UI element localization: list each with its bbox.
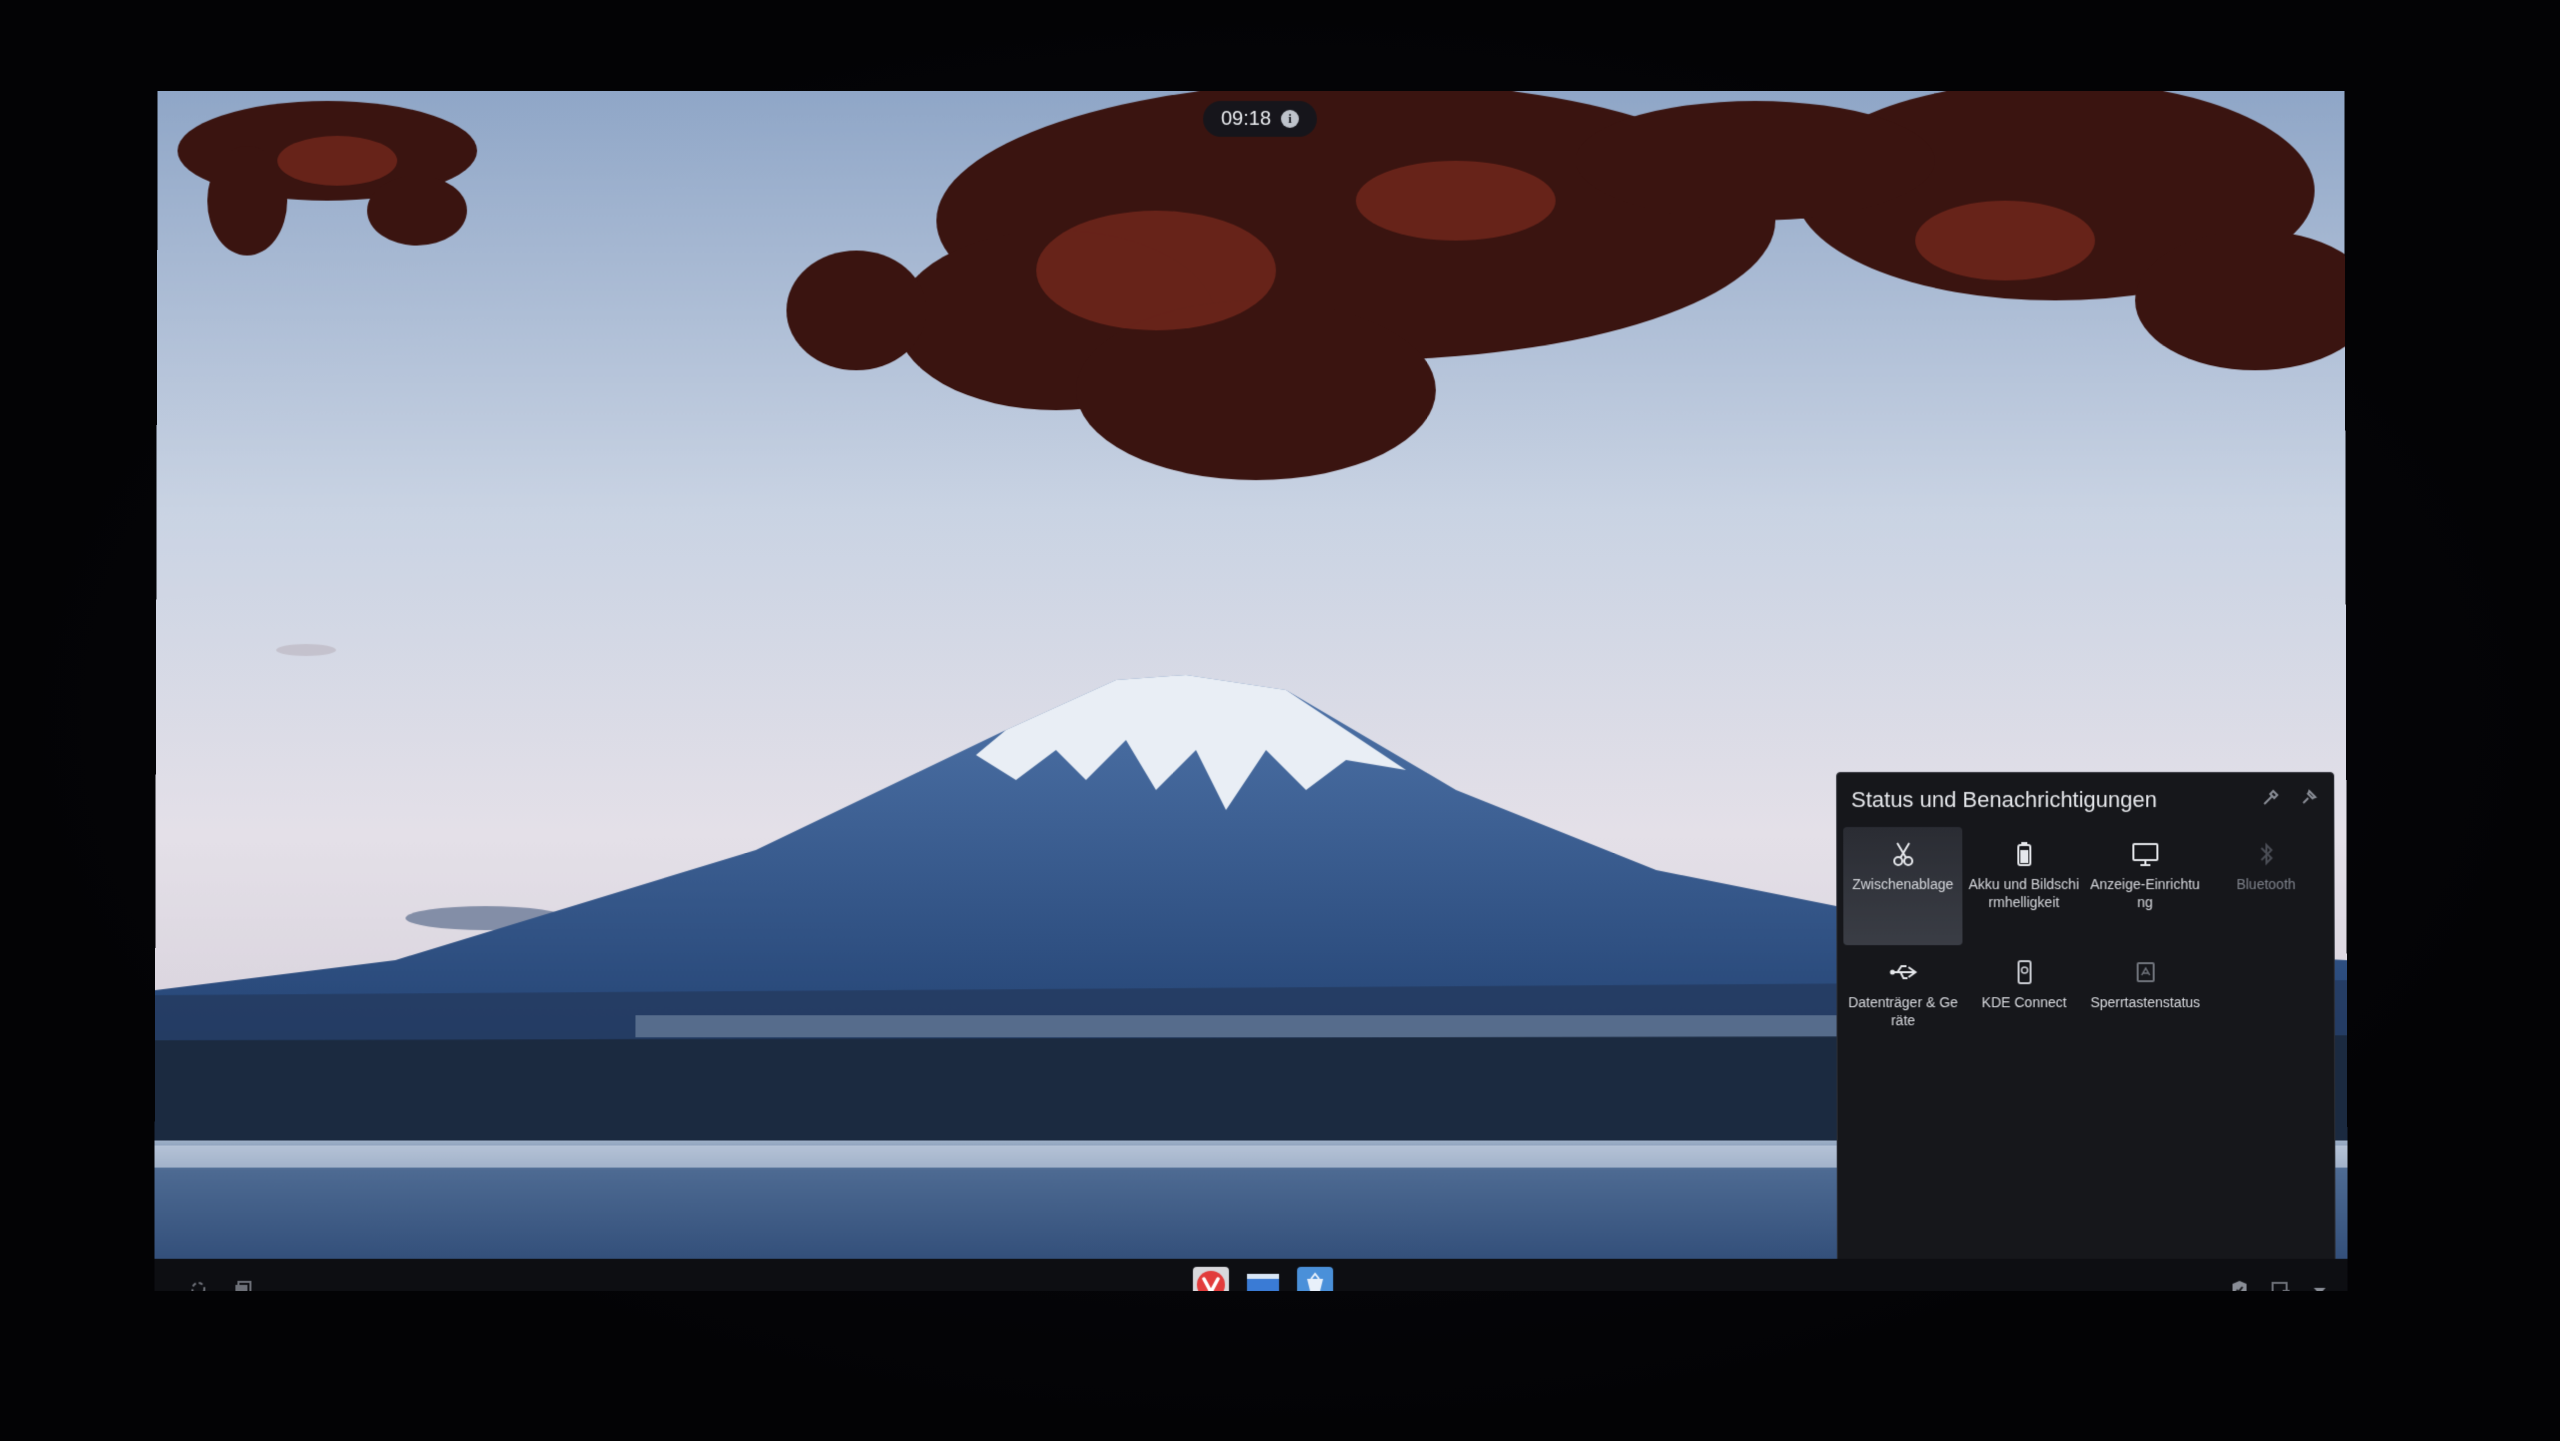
usb-icon	[1888, 957, 1918, 987]
network-icon[interactable]	[2270, 1280, 2292, 1291]
folder-icon	[1246, 1270, 1280, 1291]
bluetooth-icon	[2251, 839, 2281, 869]
clock-time: 09:18	[1221, 107, 1271, 130]
tile-label: Akku und Bildschirmhelligkeit	[1968, 875, 2080, 911]
tile-anzeige-einrichtung[interactable]: Anzeige-Einrichtung	[2085, 827, 2204, 945]
shield-icon[interactable]	[2230, 1279, 2250, 1291]
tile-label: Zwischenablage	[1847, 875, 1959, 893]
taskbar-app-vivaldi[interactable]	[1193, 1267, 1229, 1291]
discover-icon	[1301, 1271, 1329, 1291]
tile-kde-connect[interactable]: KDE Connect	[1964, 945, 2083, 1063]
desktop-screen: 09:18 i Status und Benachrichtigungen Zw…	[154, 91, 2347, 1291]
tile-label: Sperrtastenstatus	[2089, 993, 2201, 1011]
desktop-icon[interactable]	[232, 1279, 254, 1291]
tile-label: Anzeige-Einrichtung	[2089, 875, 2201, 911]
popup-title: Status und Benachrichtigungen	[1851, 787, 2157, 813]
keyboard-lock-icon	[2130, 957, 2160, 987]
tile-bluetooth[interactable]: Bluetooth	[2206, 827, 2325, 945]
taskbar-app-dolphin[interactable]	[1245, 1267, 1281, 1291]
tile-label: Datenträger & Geräte	[1847, 993, 1959, 1029]
tile-label: KDE Connect	[1968, 993, 2080, 1011]
pin-icon[interactable]	[2299, 787, 2319, 807]
battery-icon	[2009, 839, 2039, 869]
taskbar	[154, 1259, 2347, 1291]
info-icon[interactable]: i	[1281, 110, 1299, 128]
tile-zwischenablage[interactable]: Zwischenablage	[1843, 827, 1962, 945]
activities-icon[interactable]	[188, 1279, 208, 1291]
tile-label: Bluetooth	[2210, 875, 2322, 893]
vivaldi-icon	[1196, 1270, 1226, 1291]
tile-sperrtastenstatus[interactable]: Sperrtastenstatus	[2086, 945, 2205, 1063]
taskbar-app-discover[interactable]	[1297, 1267, 1333, 1291]
tray-expand-icon[interactable]	[2312, 1283, 2328, 1291]
configure-icon[interactable]	[2261, 787, 2281, 807]
status-notifications-popup: Status und Benachrichtigungen Zwischenab…	[1836, 772, 2336, 1280]
phone-icon	[2009, 957, 2039, 987]
tile-datentraeger-geraete[interactable]: Datenträger & Geräte	[1843, 945, 1962, 1063]
tile-akku-helligkeit[interactable]: Akku und Bildschirmhelligkeit	[1964, 827, 2083, 945]
monitor-icon	[2130, 839, 2160, 869]
top-clock-pill[interactable]: 09:18 i	[1203, 101, 1317, 137]
clipboard-scissors-icon	[1888, 839, 1918, 869]
